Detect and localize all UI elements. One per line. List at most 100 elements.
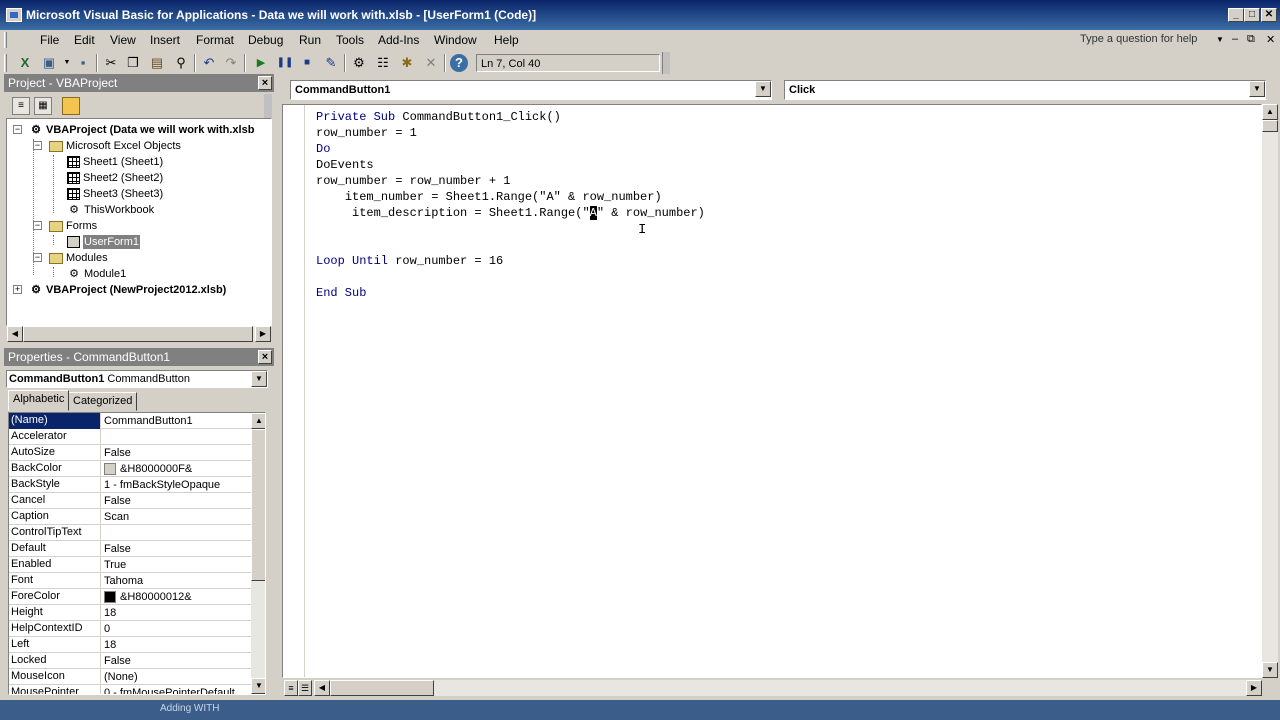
property-name[interactable]: Height xyxy=(9,605,101,621)
property-value[interactable]: 0 - fmMousePointerDefault xyxy=(102,685,251,695)
menu-tools[interactable]: Tools xyxy=(336,33,364,47)
menu-window[interactable]: Window xyxy=(434,33,477,47)
save-icon[interactable]: ▪ xyxy=(74,54,92,72)
property-name[interactable]: ForeColor xyxy=(9,589,101,605)
object-combo[interactable]: CommandButton1 ▼ xyxy=(290,80,772,100)
property-value[interactable]: False xyxy=(102,541,251,557)
excel-view-icon[interactable]: X xyxy=(16,54,34,72)
tree-item-excel-objects[interactable]: Microsoft Excel Objects xyxy=(49,138,181,154)
scroll-thumb[interactable] xyxy=(330,680,434,696)
code-editor[interactable]: Private Sub CommandButton1_Click() row_nu… xyxy=(282,104,1262,678)
properties-vscrollbar[interactable]: ▲ ▼ xyxy=(251,413,265,694)
tree-item-forms[interactable]: Forms xyxy=(49,218,97,234)
property-value[interactable]: 0 xyxy=(102,621,251,637)
insert-userform-icon[interactable]: ▣ xyxy=(40,54,58,72)
property-value[interactable]: False xyxy=(102,445,251,461)
property-name[interactable]: Accelerator xyxy=(9,429,101,445)
property-name[interactable]: Locked xyxy=(9,653,101,669)
menu-grip[interactable] xyxy=(4,32,7,48)
properties-window-icon[interactable]: ☷ xyxy=(374,54,392,72)
property-row[interactable]: Enabled True xyxy=(9,557,251,573)
property-value[interactable]: (None) xyxy=(102,669,251,685)
tree-item-sheet1[interactable]: Sheet1 (Sheet1) xyxy=(67,154,163,170)
property-name[interactable]: Cancel xyxy=(9,493,101,509)
tree-item-vbaproject-data[interactable]: ⚙ VBAProject (Data we will work with.xls… xyxy=(29,122,254,138)
collapse-icon[interactable]: − xyxy=(33,221,42,230)
cut-icon[interactable]: ✂ xyxy=(102,54,120,72)
property-row[interactable]: MouseIcon (None) xyxy=(9,669,251,685)
procedure-combo[interactable]: Click ▼ xyxy=(784,80,1266,100)
code-line[interactable]: DoEvents xyxy=(316,157,374,173)
property-value[interactable]: CommandButton1 xyxy=(102,413,251,429)
properties-close-button[interactable]: × xyxy=(258,350,272,364)
view-code-icon[interactable]: ≡ xyxy=(12,97,30,115)
mdi-restore-button[interactable]: ⧉ xyxy=(1247,33,1255,46)
property-name[interactable]: MouseIcon xyxy=(9,669,101,685)
property-row[interactable]: Height 18 xyxy=(9,605,251,621)
property-row[interactable]: Default False xyxy=(9,541,251,557)
code-line[interactable]: Private Sub CommandButton1_Click() xyxy=(316,109,561,125)
break-icon[interactable]: ❚❚ xyxy=(276,54,294,72)
help-icon[interactable]: ? xyxy=(450,54,468,72)
property-name[interactable]: ControlTipText xyxy=(9,525,101,541)
property-name[interactable]: Left xyxy=(9,637,101,653)
property-row[interactable]: Left 18 xyxy=(9,637,251,653)
tab-alphabetic[interactable]: Alphabetic xyxy=(8,390,70,411)
menu-insert[interactable]: Insert xyxy=(150,33,180,47)
code-line[interactable]: row_number = row_number + 1 xyxy=(316,173,510,189)
mdi-close-button[interactable]: ✕ xyxy=(1266,33,1275,46)
chevron-down-icon[interactable]: ▼ xyxy=(755,81,771,97)
collapse-icon[interactable]: − xyxy=(13,125,22,134)
object-selector[interactable]: CommandButton1 CommandButton ▼ xyxy=(6,370,268,388)
property-row[interactable]: Font Tahoma xyxy=(9,573,251,589)
tree-item-sheet2[interactable]: Sheet2 (Sheet2) xyxy=(67,170,163,186)
procedure-view-button[interactable]: ≡ xyxy=(284,680,298,696)
tree-item-module1[interactable]: ⚙ Module1 xyxy=(67,266,126,282)
toolbar-options-icon[interactable] xyxy=(662,52,670,74)
scroll-right-button[interactable]: ▶ xyxy=(1246,680,1262,696)
code-margin[interactable] xyxy=(283,105,305,677)
code-line[interactable]: row_number = 1 xyxy=(316,125,417,141)
property-value[interactable]: False xyxy=(102,493,251,509)
property-value[interactable]: Scan xyxy=(102,509,251,525)
project-explorer-icon[interactable]: ⚙ xyxy=(350,54,368,72)
tree-item-userform1[interactable]: UserForm1 xyxy=(67,234,141,250)
undo-icon[interactable]: ↶ xyxy=(200,54,218,72)
object-browser-icon[interactable]: ✱ xyxy=(398,54,416,72)
property-name[interactable]: Default xyxy=(9,541,101,557)
scroll-left-button[interactable]: ◀ xyxy=(7,326,23,342)
collapse-icon[interactable]: − xyxy=(33,253,42,262)
vba-app-icon[interactable] xyxy=(6,8,22,22)
close-button[interactable]: ✕ xyxy=(1261,8,1277,22)
project-hscrollbar[interactable]: ◀ ▶ xyxy=(7,325,271,342)
property-row[interactable]: ControlTipText xyxy=(9,525,251,541)
property-row[interactable]: Locked False xyxy=(9,653,251,669)
code-hscrollbar[interactable]: ◀ ▶ xyxy=(314,680,1262,696)
code-line[interactable]: Loop Until row_number = 16 xyxy=(316,253,503,269)
code-vscrollbar[interactable]: ▲ ▼ xyxy=(1262,104,1278,678)
property-name[interactable]: BackColor xyxy=(9,461,101,477)
property-name[interactable]: HelpContextID xyxy=(9,621,101,637)
property-row[interactable]: (Name) CommandButton1 xyxy=(9,413,251,429)
scroll-thumb[interactable] xyxy=(23,326,253,342)
scroll-left-button[interactable]: ◀ xyxy=(314,680,330,696)
chevron-down-icon[interactable]: ▼ xyxy=(1249,81,1265,97)
property-row[interactable]: BackColor &H8000000F& xyxy=(9,461,251,477)
property-row[interactable]: Caption Scan xyxy=(9,509,251,525)
scroll-up-button[interactable]: ▲ xyxy=(251,413,265,429)
copy-icon[interactable]: ❐ xyxy=(124,54,142,72)
maximize-button[interactable]: □ xyxy=(1244,8,1260,22)
property-row[interactable]: BackStyle 1 - fmBackStyleOpaque xyxy=(9,477,251,493)
tree-item-modules[interactable]: Modules xyxy=(49,250,108,266)
property-value[interactable]: 18 xyxy=(102,637,251,653)
scroll-down-button[interactable]: ▼ xyxy=(1262,662,1278,678)
menu-run[interactable]: Run xyxy=(299,33,321,47)
property-name[interactable]: (Name) xyxy=(9,413,101,429)
menu-format[interactable]: Format xyxy=(196,33,234,47)
expand-icon[interactable]: + xyxy=(13,285,22,294)
toggle-folders-icon[interactable] xyxy=(62,97,80,115)
view-object-icon[interactable]: ▦ xyxy=(34,97,52,115)
property-value[interactable]: &H8000000F& xyxy=(102,461,251,477)
property-value[interactable]: &H80000012& xyxy=(102,589,251,605)
chevron-down-icon[interactable]: ▼ xyxy=(251,371,267,387)
